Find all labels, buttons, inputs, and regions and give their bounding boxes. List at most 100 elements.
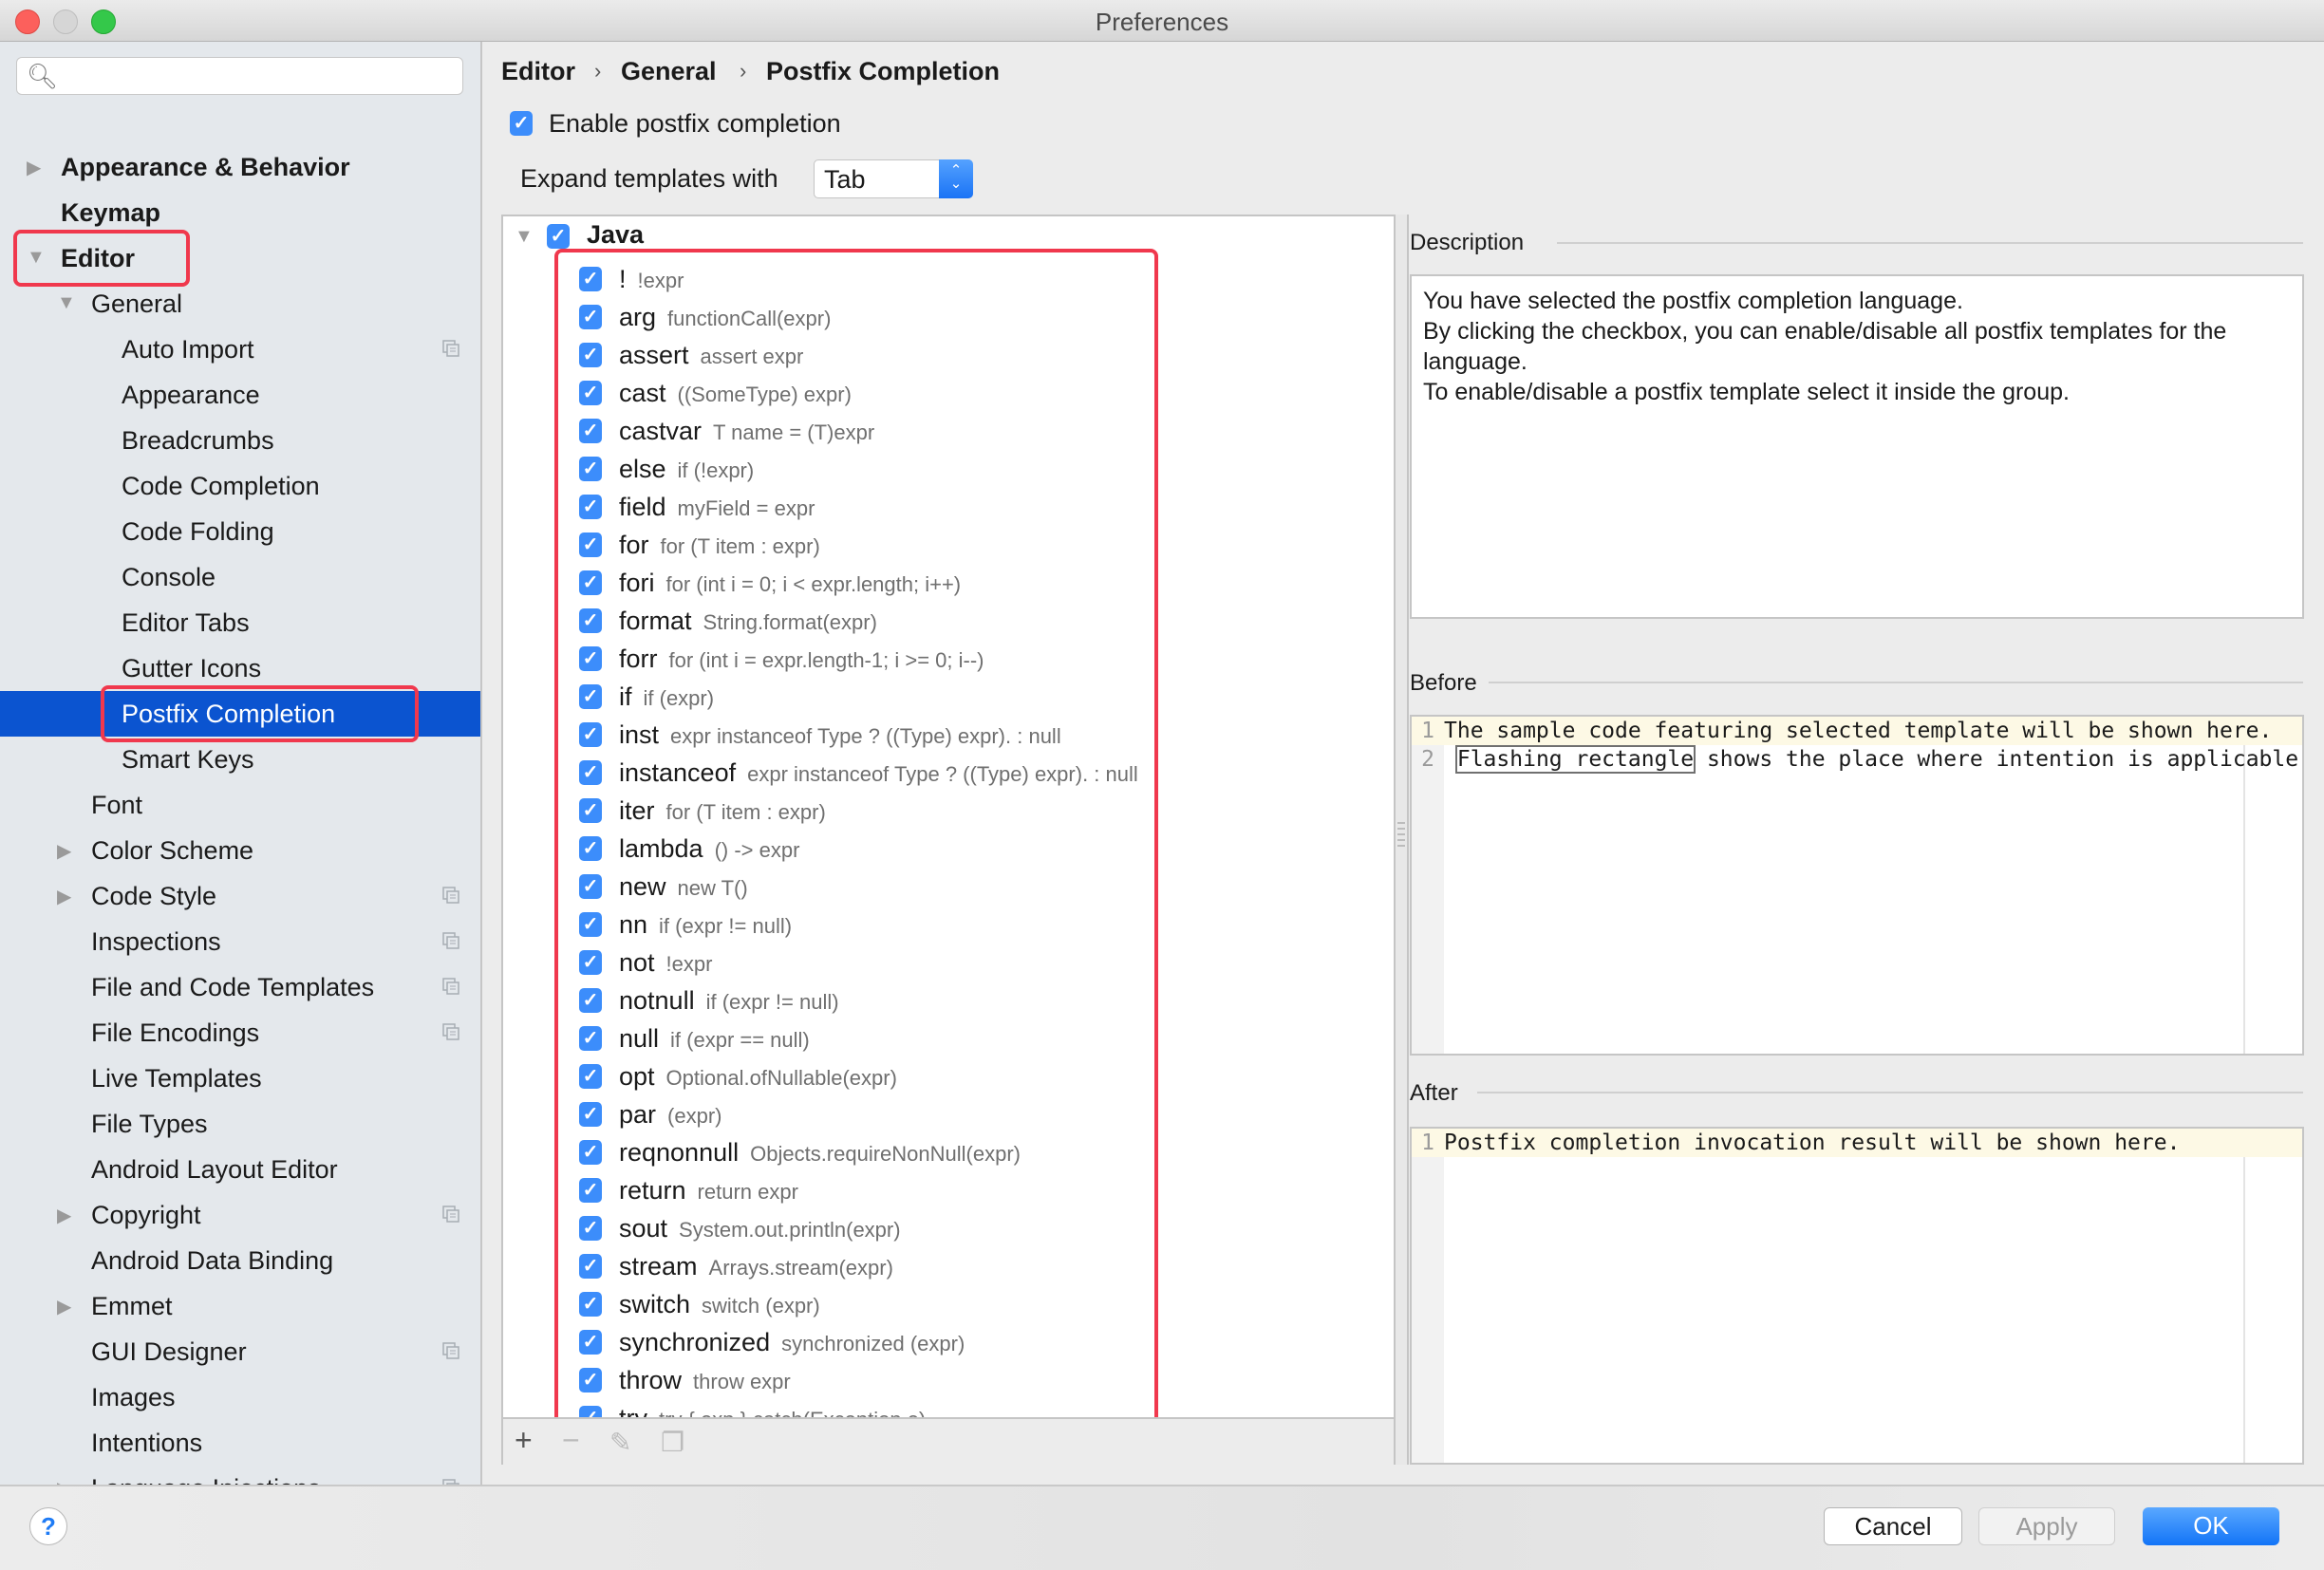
cancel-button[interactable]: Cancel: [1824, 1507, 1962, 1545]
collapsed-arrow-icon[interactable]: ▶: [57, 885, 71, 908]
help-button[interactable]: ?: [29, 1507, 67, 1545]
collapsed-arrow-icon[interactable]: ▶: [27, 156, 41, 179]
template-checkbox[interactable]: ✓: [579, 1330, 602, 1355]
add-template-button[interactable]: +: [515, 1423, 533, 1458]
collapsed-arrow-icon[interactable]: ▶: [57, 839, 71, 863]
java-group-label[interactable]: Java: [587, 220, 644, 250]
sidebar-item-android-layout-editor[interactable]: Android Layout Editor: [0, 1147, 480, 1192]
ok-button[interactable]: OK: [2143, 1507, 2279, 1545]
collapsed-arrow-icon[interactable]: ▶: [57, 1295, 71, 1318]
template-checkbox[interactable]: ✓: [579, 646, 602, 671]
template-checkbox[interactable]: ✓: [579, 1368, 602, 1392]
apply-button[interactable]: Apply: [1978, 1507, 2115, 1545]
template-checkbox[interactable]: ✓: [579, 722, 602, 747]
enable-postfix-checkbox[interactable]: ✓: [510, 111, 533, 136]
sidebar-item-file-encodings[interactable]: File Encodings: [0, 1010, 480, 1056]
expand-java-arrow-icon[interactable]: ▼: [515, 226, 534, 248]
template-checkbox[interactable]: ✓: [579, 950, 602, 975]
project-level-icon: [442, 1206, 459, 1223]
sidebar-item-code-folding[interactable]: Code Folding: [0, 509, 480, 554]
template-checkbox[interactable]: ✓: [579, 988, 602, 1013]
sidebar-item-editor-tabs[interactable]: Editor Tabs: [0, 600, 480, 645]
template-checkbox[interactable]: ✓: [579, 1292, 602, 1317]
sidebar-item-gui-designer[interactable]: GUI Designer: [0, 1329, 480, 1374]
template-checkbox[interactable]: ✓: [579, 1178, 602, 1203]
template-description: String.format(expr): [703, 610, 877, 634]
sidebar-item-color-scheme[interactable]: ▶ Color Scheme: [0, 828, 480, 873]
edit-template-button[interactable]: ✎: [609, 1427, 631, 1458]
sidebar-item-code-style[interactable]: ▶ Code Style: [0, 873, 480, 919]
template-checkbox[interactable]: ✓: [579, 798, 602, 823]
template-checkbox[interactable]: ✓: [579, 1140, 602, 1165]
description-divider: [1557, 242, 2303, 244]
sidebar-item-breadcrumbs[interactable]: Breadcrumbs: [0, 418, 480, 463]
template-checkbox[interactable]: ✓: [579, 457, 602, 481]
sidebar-item-emmet[interactable]: ▶ Emmet: [0, 1283, 480, 1329]
settings-search-input[interactable]: 🔍︎: [16, 57, 463, 95]
sidebar-item-keymap[interactable]: Keymap: [0, 190, 480, 235]
sidebar-item-label: Editor Tabs: [122, 608, 250, 637]
sidebar-item-general[interactable]: ▼ General: [0, 281, 480, 327]
template-checkbox[interactable]: ✓: [579, 570, 602, 595]
sidebar-item-inspections[interactable]: Inspections: [0, 919, 480, 964]
template-checkbox[interactable]: ✓: [579, 533, 602, 557]
template-checkbox[interactable]: ✓: [579, 381, 602, 405]
expand-templates-select[interactable]: Tab ⌃ ⌄: [814, 159, 973, 198]
sidebar-item-live-templates[interactable]: Live Templates: [0, 1056, 480, 1101]
template-key-text: return: [619, 1176, 686, 1205]
sidebar-item-smart-keys[interactable]: Smart Keys: [0, 737, 480, 782]
template-checkbox[interactable]: ✓: [579, 912, 602, 937]
template-checkbox[interactable]: ✓: [579, 760, 602, 785]
template-checkbox[interactable]: ✓: [579, 1102, 602, 1127]
template-checkbox[interactable]: ✓: [579, 419, 602, 443]
sidebar-item-appearance-behavior[interactable]: ▶ Appearance & Behavior: [0, 144, 480, 190]
sidebar-item-font[interactable]: Font: [0, 782, 480, 828]
sidebar-item-label: Code Style: [91, 882, 217, 910]
sidebar-item-images[interactable]: Images: [0, 1374, 480, 1420]
template-checkbox[interactable]: ✓: [579, 608, 602, 633]
collapsed-arrow-icon[interactable]: ▶: [57, 1204, 71, 1227]
sidebar-item-intentions[interactable]: Intentions: [0, 1420, 480, 1466]
copy-template-button[interactable]: ❐: [661, 1427, 684, 1458]
template-checkbox[interactable]: ✓: [579, 1406, 602, 1417]
template-checkbox[interactable]: ✓: [579, 267, 602, 291]
breadcrumb-general[interactable]: General: [621, 57, 717, 86]
template-checkbox[interactable]: ✓: [579, 1254, 602, 1279]
expanded-arrow-icon[interactable]: ▼: [57, 292, 76, 314]
template-checkbox[interactable]: ✓: [579, 343, 602, 367]
panel-splitter[interactable]: [1396, 215, 1409, 1465]
template-checkbox[interactable]: ✓: [579, 495, 602, 519]
sidebar-item-auto-import[interactable]: Auto Import: [0, 327, 480, 372]
template-checkbox[interactable]: ✓: [579, 1064, 602, 1089]
enable-postfix-label[interactable]: Enable postfix completion: [549, 109, 841, 139]
template-checkbox[interactable]: ✓: [579, 305, 602, 329]
after-code-panel[interactable]: 1 Postfix completion invocation result wi…: [1410, 1127, 2304, 1465]
sidebar-item-code-completion[interactable]: Code Completion: [0, 463, 480, 509]
template-checkbox[interactable]: ✓: [579, 1026, 602, 1051]
template-key: assert assert expr: [619, 341, 803, 370]
template-key: return return expr: [619, 1176, 798, 1206]
template-description: if (expr != null): [659, 914, 793, 938]
sidebar-item-appearance[interactable]: Appearance: [0, 372, 480, 418]
sidebar-item-file-types[interactable]: File Types: [0, 1101, 480, 1147]
template-checkbox[interactable]: ✓: [579, 836, 602, 861]
description-panel: You have selected the postfix completion…: [1410, 274, 2304, 619]
sidebar-item-file-and-code-templates[interactable]: File and Code Templates: [0, 964, 480, 1010]
sidebar-item-copyright[interactable]: ▶ Copyright: [0, 1192, 480, 1238]
breadcrumb-editor[interactable]: Editor: [501, 57, 575, 86]
sidebar-item-editor[interactable]: ▼ Editor: [0, 235, 480, 281]
template-checkbox[interactable]: ✓: [579, 1216, 602, 1241]
settings-sidebar: 🔍︎ ▶ Appearance & Behavior Keymap ▼ Editor ▼ G…: [0, 42, 482, 1503]
sidebar-item-android-data-binding[interactable]: Android Data Binding: [0, 1238, 480, 1283]
template-checkbox[interactable]: ✓: [579, 684, 602, 709]
template-key: castvar T name = (T)expr: [619, 417, 874, 446]
template-key-text: for: [619, 531, 649, 559]
expanded-arrow-icon[interactable]: ▼: [27, 247, 46, 269]
before-code-panel[interactable]: 1 The sample code featuring selected temp…: [1410, 715, 2304, 1056]
sidebar-item-postfix-completion[interactable]: Postfix Completion: [0, 691, 480, 737]
java-group-checkbox[interactable]: ✓: [547, 224, 570, 249]
sidebar-item-gutter-icons[interactable]: Gutter Icons: [0, 645, 480, 691]
remove-template-button[interactable]: −: [562, 1423, 580, 1458]
sidebar-item-console[interactable]: Console: [0, 554, 480, 600]
template-checkbox[interactable]: ✓: [579, 874, 602, 899]
